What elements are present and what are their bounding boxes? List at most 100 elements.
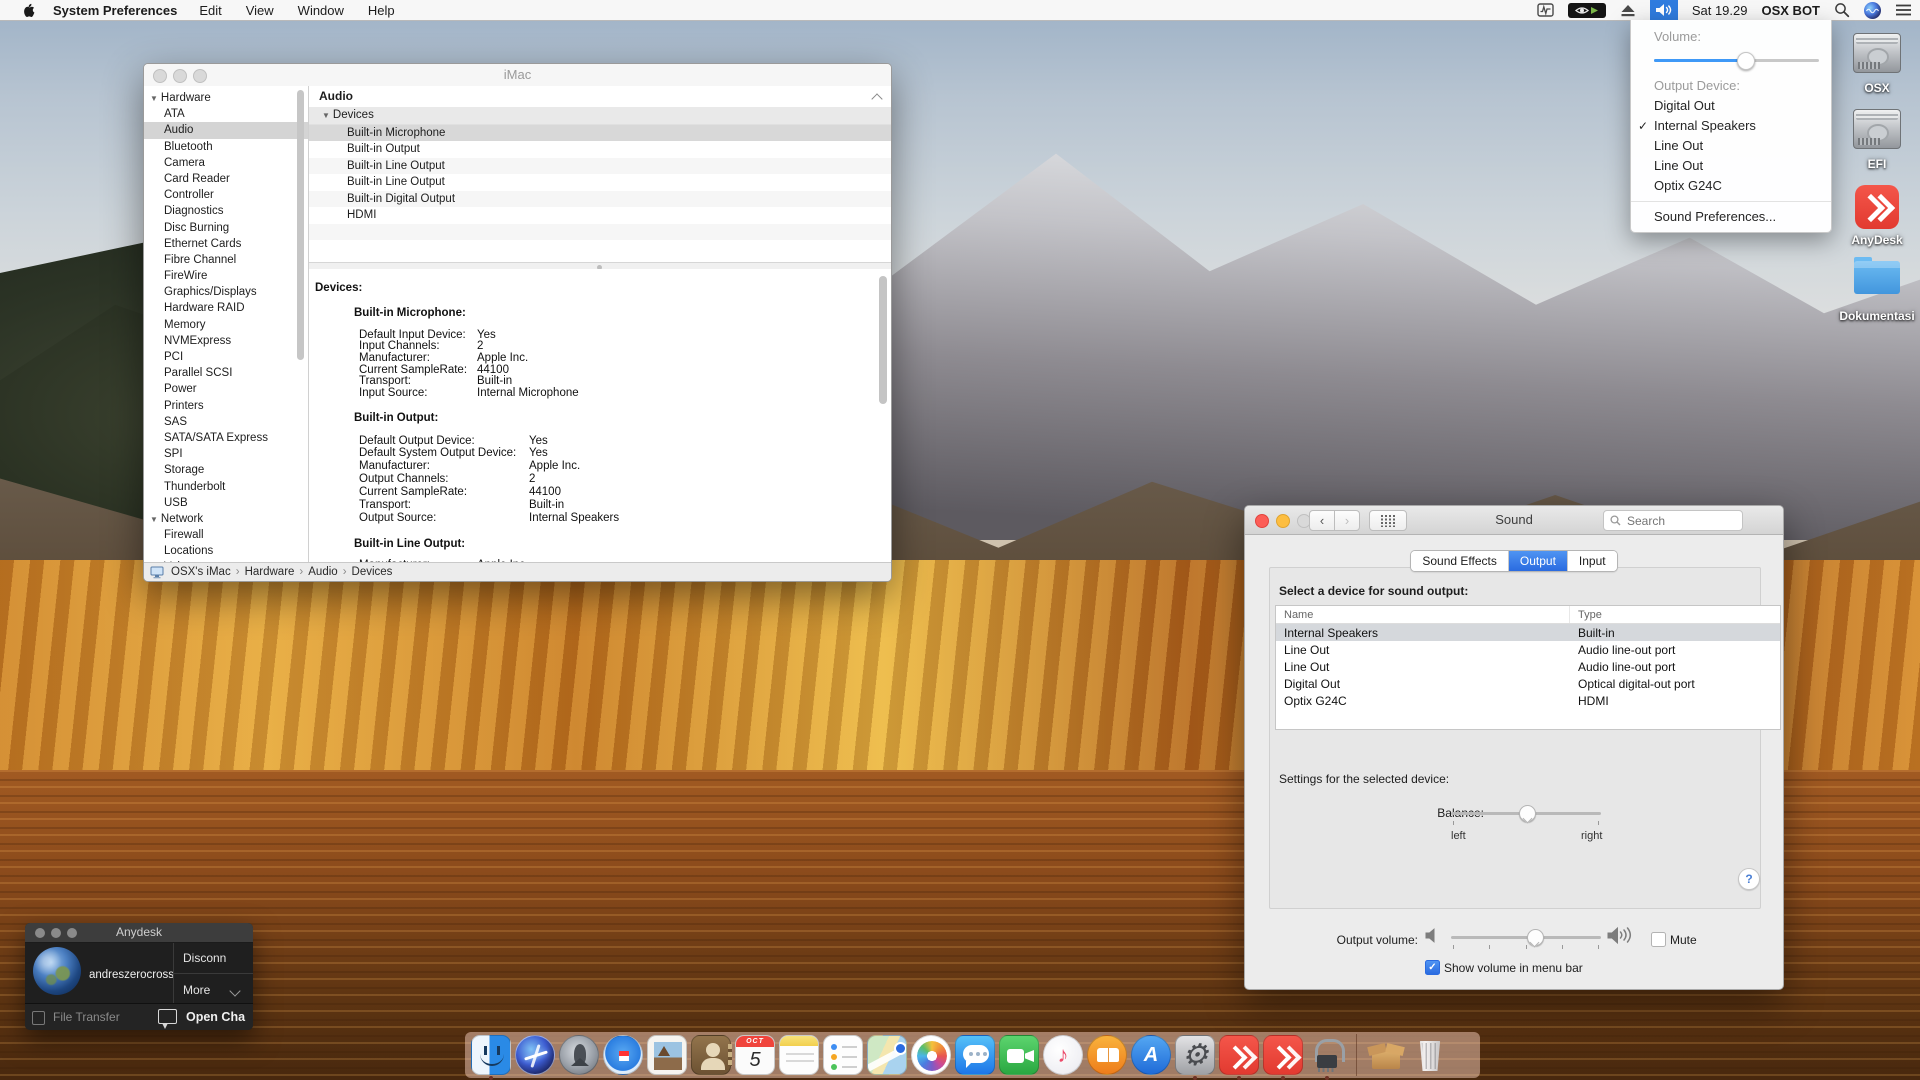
dock-safari-icon[interactable] [603, 1035, 643, 1075]
balance-slider-thumb[interactable] [1519, 805, 1536, 822]
active-app-menu[interactable]: System Preferences [53, 3, 177, 18]
dock-chip-icon[interactable] [1307, 1035, 1347, 1075]
menu-bar-clock[interactable]: Sat 19.29 [1692, 3, 1748, 18]
dock-item-appstore[interactable]: A [1131, 1035, 1171, 1075]
sidebar-item-pci[interactable]: PCI [144, 349, 308, 365]
open-chat-button[interactable]: Open Cha [186, 1010, 245, 1024]
dock-itunes-icon[interactable]: ♪ [1043, 1035, 1083, 1075]
dock-item-maps[interactable] [867, 1035, 907, 1075]
sidebar-item-power[interactable]: Power [144, 381, 308, 397]
dock-item-ibooks[interactable] [1087, 1035, 1127, 1075]
dock-item-siri[interactable] [515, 1035, 555, 1075]
sidebar-item-network[interactable]: ▼Network [144, 511, 308, 527]
sound-titlebar[interactable]: ‹ › Sound [1245, 506, 1783, 535]
sidebar-scrollbar[interactable] [297, 90, 304, 360]
sidebar-item-parallel-scsi[interactable]: Parallel SCSI [144, 365, 308, 381]
system-information-titlebar[interactable]: iMac [144, 64, 891, 87]
dock-facetime-icon[interactable] [999, 1035, 1039, 1075]
details-scrollbar[interactable] [879, 276, 887, 404]
volume-icon[interactable] [1650, 0, 1678, 20]
output-device-menu-item[interactable]: ✓Internal Speakers [1631, 116, 1831, 136]
table-row[interactable]: Internal SpeakersBuilt-in [1276, 624, 1780, 641]
dock-item-chip[interactable] [1307, 1035, 1347, 1075]
sidebar-item-camera[interactable]: Camera [144, 155, 308, 171]
table-header[interactable]: Name Type [1276, 606, 1780, 624]
file-transfer-button[interactable]: File Transfer [53, 1010, 120, 1024]
collapse-chevron-icon[interactable] [871, 93, 882, 104]
dock-ibooks-icon[interactable] [1087, 1035, 1127, 1075]
dock-mail-icon[interactable] [647, 1035, 687, 1075]
sidebar-item-ata[interactable]: ATA [144, 106, 308, 122]
sidebar-item-firewire[interactable]: FireWire [144, 268, 308, 284]
dock-item-reminders[interactable] [823, 1035, 863, 1075]
dock-finder-icon[interactable] [471, 1035, 511, 1075]
breadcrumb-item[interactable]: Hardware [245, 566, 295, 578]
dock-item-launchpad[interactable] [559, 1035, 599, 1075]
sidebar-item-fibre-channel[interactable]: Fibre Channel [144, 252, 308, 268]
dock-item-trash[interactable] [1410, 1035, 1450, 1075]
dock-siri-icon[interactable] [515, 1035, 555, 1075]
zoom-button[interactable] [67, 928, 77, 938]
dock-anydesk-icon[interactable] [1219, 1035, 1259, 1075]
device-row[interactable]: Built-in Microphone [309, 125, 891, 142]
show-volume-checkbox[interactable]: ✓ [1425, 960, 1440, 975]
sidebar-item-sata-sata-express[interactable]: SATA/SATA Express [144, 430, 308, 446]
devices-group-row[interactable]: ▼Devices [309, 107, 891, 125]
eye-icon[interactable] [1568, 3, 1606, 18]
device-row[interactable]: Built-in Output [309, 141, 891, 158]
dock-item-safari[interactable] [603, 1035, 643, 1075]
menu-view[interactable]: View [246, 3, 274, 18]
sidebar-item-bluetooth[interactable]: Bluetooth [144, 139, 308, 155]
output-device-menu-item[interactable]: Optix G24C [1631, 176, 1831, 196]
dock-item-photos[interactable] [911, 1035, 951, 1075]
sidebar-item-hardware-raid[interactable]: Hardware RAID [144, 300, 308, 316]
menu-edit[interactable]: Edit [199, 3, 221, 18]
dock-reminders-icon[interactable] [823, 1035, 863, 1075]
disclosure-triangle-icon[interactable]: ▼ [150, 515, 158, 524]
dock-notes-icon[interactable] [779, 1035, 819, 1075]
eject-icon[interactable] [1620, 0, 1636, 20]
table-row[interactable]: Optix G24CHDMI [1276, 692, 1780, 709]
dock-item-anydesk[interactable] [1219, 1035, 1259, 1075]
output-volume-slider-thumb[interactable] [1527, 929, 1544, 946]
dock-item-sysprefs[interactable]: ⚙ [1175, 1035, 1215, 1075]
anydesk-titlebar[interactable]: Anydesk [25, 923, 253, 943]
mute-checkbox[interactable] [1651, 932, 1666, 947]
dock-photos-icon[interactable] [911, 1035, 951, 1075]
output-device-menu-item[interactable]: Digital Out [1631, 96, 1831, 116]
search-input[interactable] [1625, 513, 1719, 529]
minimize-button[interactable] [51, 928, 61, 938]
dock-item-messages[interactable] [955, 1035, 995, 1075]
sidebar-item-printers[interactable]: Printers [144, 398, 308, 414]
sidebar-item-controller[interactable]: Controller [144, 187, 308, 203]
breadcrumb-item[interactable]: OSX's iMac [171, 566, 231, 578]
tab-output[interactable]: Output [1509, 551, 1568, 571]
desktop-icon-dokumentasi[interactable]: Dokumentasi [1838, 261, 1916, 323]
breadcrumb-item[interactable]: Devices [352, 566, 393, 578]
dock-item-mail[interactable] [647, 1035, 687, 1075]
sidebar-item-hardware[interactable]: ▼Hardware [144, 90, 308, 106]
dock-item-contacts[interactable] [691, 1035, 731, 1075]
device-row[interactable]: HDMI [309, 207, 891, 224]
sidebar-item-spi[interactable]: SPI [144, 446, 308, 462]
desktop-icon-osx[interactable]: OSX [1838, 33, 1916, 95]
dock-contacts-icon[interactable] [691, 1035, 731, 1075]
sidebar-item-nvmexpress[interactable]: NVMExpress [144, 333, 308, 349]
dock-calendar-icon[interactable]: OCT5 [735, 1035, 775, 1075]
waveform-icon[interactable] [1537, 0, 1554, 20]
sound-preferences-menu-item[interactable]: Sound Preferences... [1631, 207, 1831, 227]
search-field[interactable] [1603, 510, 1743, 531]
device-row[interactable]: Built-in Line Output [309, 174, 891, 191]
sidebar-item-graphics-displays[interactable]: Graphics/Displays [144, 284, 308, 300]
menu-bar-user[interactable]: OSX BOT [1761, 3, 1820, 18]
help-button[interactable]: ? [1738, 868, 1760, 890]
dock-item-calendar[interactable]: OCT5 [735, 1035, 775, 1075]
sidebar-item-audio[interactable]: Audio [144, 122, 308, 138]
sidebar-item-thunderbolt[interactable]: Thunderbolt [144, 479, 308, 495]
tab-sound-effects[interactable]: Sound Effects [1411, 551, 1509, 571]
disconnect-button[interactable]: Disconn [183, 951, 226, 965]
output-device-menu-item[interactable]: Line Out [1631, 136, 1831, 156]
notification-list-icon[interactable] [1895, 0, 1912, 20]
sidebar-item-locations[interactable]: Locations [144, 543, 308, 559]
sidebar-item-disc-burning[interactable]: Disc Burning [144, 220, 308, 236]
